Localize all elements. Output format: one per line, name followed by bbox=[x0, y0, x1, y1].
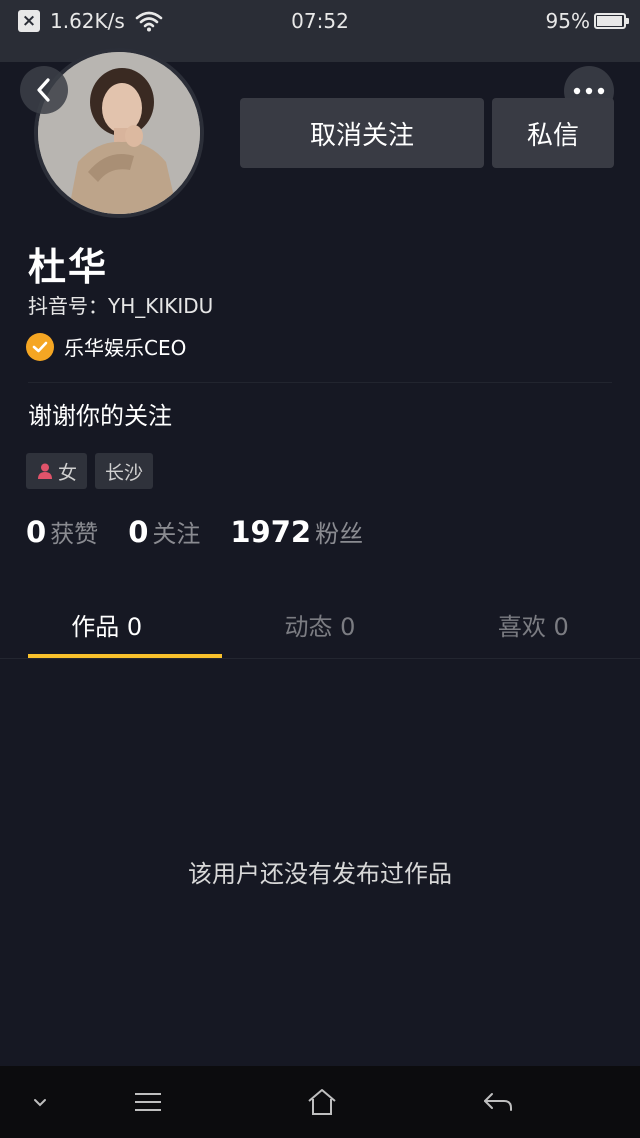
gender-tag: 女 bbox=[26, 453, 88, 489]
stat-followers[interactable]: 1972 粉丝 bbox=[230, 514, 363, 549]
verification-row: 乐华娱乐CEO bbox=[26, 332, 186, 361]
female-person-icon bbox=[36, 462, 54, 480]
stat-value: 0 bbox=[26, 515, 47, 549]
menu-icon[interactable] bbox=[128, 1066, 168, 1138]
status-right: 95% bbox=[545, 0, 629, 42]
empty-state-text: 该用户还没有发布过作品 bbox=[188, 860, 452, 888]
stat-value: 0 bbox=[128, 515, 149, 549]
bio: 谢谢你的关注 bbox=[28, 402, 172, 430]
message-button[interactable]: 私信 bbox=[492, 98, 614, 168]
chevron-left-icon bbox=[37, 78, 50, 102]
back-arrow-icon[interactable] bbox=[478, 1066, 518, 1138]
checkmark-badge-icon bbox=[26, 332, 54, 361]
location-tag: 长沙 bbox=[95, 453, 154, 489]
user-name: 杜华 bbox=[28, 245, 109, 289]
stat-likes: 0 获赞 bbox=[26, 514, 98, 549]
back-button[interactable] bbox=[20, 66, 68, 114]
chevron-down-icon[interactable] bbox=[22, 1066, 58, 1138]
gender-label: 女 bbox=[58, 461, 78, 484]
divider bbox=[28, 382, 612, 383]
tab-divider bbox=[0, 658, 640, 659]
stat-label: 获赞 bbox=[50, 520, 99, 548]
tab-likes[interactable]: 喜欢 0 bbox=[427, 590, 640, 658]
tab-activity[interactable]: 动态 0 bbox=[213, 590, 426, 658]
unfollow-button[interactable]: 取消关注 bbox=[240, 98, 484, 168]
system-nav-bar bbox=[0, 1066, 640, 1138]
verification-text: 乐华娱乐CEO bbox=[64, 336, 187, 360]
stat-following[interactable]: 0 关注 bbox=[128, 514, 200, 549]
tab-works[interactable]: 作品 0 bbox=[0, 590, 213, 658]
location-label: 长沙 bbox=[105, 461, 144, 484]
stat-value: 1972 bbox=[230, 515, 312, 549]
battery-percent: 95% bbox=[545, 9, 590, 33]
stat-label: 粉丝 bbox=[315, 520, 364, 548]
tags: 女 长沙 bbox=[26, 453, 154, 489]
stats: 0 获赞 0 关注 1972 粉丝 bbox=[26, 514, 393, 549]
douyin-id: 抖音号：YH_KIKIDU bbox=[28, 294, 214, 318]
battery-icon bbox=[594, 13, 629, 29]
more-dots-icon bbox=[573, 87, 605, 95]
status-time: 07:52 bbox=[291, 9, 349, 33]
stat-label: 关注 bbox=[152, 520, 201, 548]
home-icon[interactable] bbox=[300, 1066, 344, 1138]
battery-fill bbox=[597, 16, 622, 26]
profile-tabs: 作品 0 动态 0 喜欢 0 bbox=[0, 590, 640, 658]
